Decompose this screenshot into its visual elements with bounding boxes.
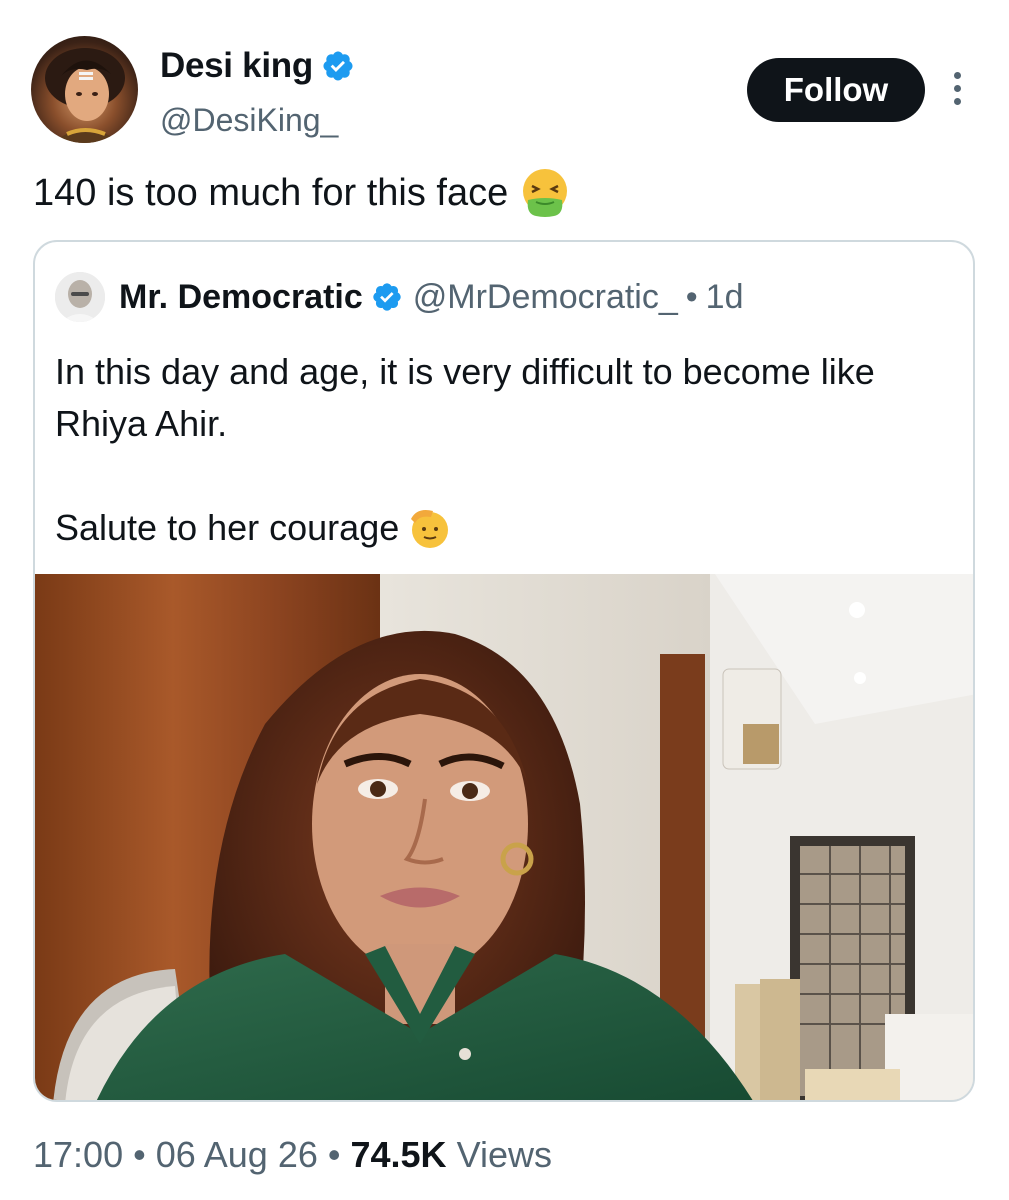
quoted-tweet-photo[interactable]: [35, 574, 973, 1100]
tweet-text-content: 140 is too much for this face: [33, 172, 509, 214]
quoted-separator: •: [685, 277, 698, 316]
verified-badge-icon: [323, 51, 353, 81]
quoted-author-avatar[interactable]: [55, 272, 105, 322]
tweet-time[interactable]: 17:00: [33, 1134, 123, 1176]
author-avatar[interactable]: [31, 36, 138, 143]
follow-button[interactable]: Follow: [747, 58, 925, 122]
tweet-header: Desi king @DesiKing_ Follow: [31, 36, 981, 146]
views-label: Views: [456, 1134, 552, 1175]
quoted-text-line-2: Salute to her courage: [55, 502, 955, 554]
quoted-tweet-card[interactable]: Mr. Democratic @MrDemocratic_ • 1d In th…: [33, 240, 975, 1102]
views-count[interactable]: 74.5K: [350, 1134, 446, 1175]
author-handle[interactable]: @DesiKing_: [160, 102, 338, 139]
quoted-verified-badge-icon: [373, 283, 401, 311]
quoted-author-handle[interactable]: @MrDemocratic_: [413, 278, 678, 317]
author-display-name[interactable]: Desi king: [160, 46, 313, 86]
tweet-text: 140 is too much for this face: [33, 166, 572, 220]
tweet-meta: 17:00 • 06 Aug 26 • 74.5K Views: [33, 1134, 552, 1176]
quoted-tweet-text: In this day and age, it is very difficul…: [55, 346, 955, 554]
quoted-author-name[interactable]: Mr. Democratic: [119, 278, 363, 317]
tweet-date[interactable]: 06 Aug 26: [156, 1134, 318, 1176]
more-options-icon[interactable]: [947, 72, 967, 108]
meta-separator: •: [133, 1134, 146, 1175]
saluting-face-emoji-icon: [411, 510, 449, 548]
vomiting-face-emoji-icon: [523, 169, 568, 217]
meta-separator: •: [327, 1134, 341, 1175]
quoted-text-line-2-content: Salute to her courage: [55, 507, 400, 548]
quoted-timestamp[interactable]: 1d: [706, 278, 744, 317]
quoted-text-line-1: In this day and age, it is very difficul…: [55, 351, 875, 444]
